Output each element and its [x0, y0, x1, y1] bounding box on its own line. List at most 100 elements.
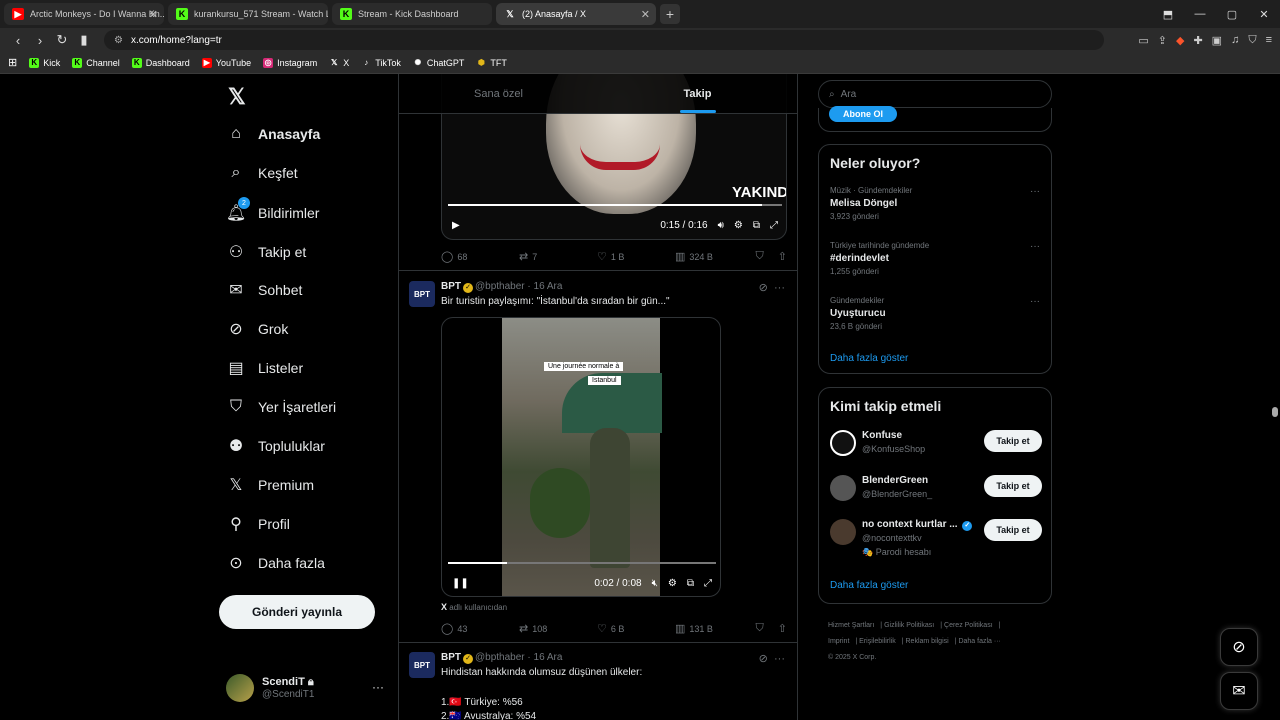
- vpn-icon[interactable]: ⛉: [1248, 34, 1256, 47]
- bookmark-channel[interactable]: K Channel: [72, 57, 120, 68]
- trend-item[interactable]: Türkiye tarihinde gündemde #derindevlet …: [830, 241, 1040, 276]
- pip-icon[interactable]: ⧉: [753, 220, 760, 231]
- bookmark-chatgpt[interactable]: ✺ ChatGPT: [413, 58, 465, 68]
- search-input[interactable]: ⌕ Ara: [818, 80, 1052, 108]
- minimize-icon[interactable]: —: [1184, 8, 1216, 20]
- more-icon[interactable]: ···: [1030, 186, 1040, 197]
- follow-button[interactable]: Takip et: [984, 430, 1042, 452]
- fullscreen-icon[interactable]: ⤢: [770, 220, 778, 231]
- show-more-link[interactable]: Daha fazla göster: [830, 580, 908, 591]
- forward-icon[interactable]: ›: [30, 33, 50, 48]
- post-button[interactable]: Gönderi yayınla: [219, 595, 375, 629]
- bookmark-dashboard[interactable]: K Dashboard: [131, 57, 190, 68]
- x-logo-icon[interactable]: 𝕏: [228, 84, 246, 110]
- video-progress[interactable]: [448, 562, 716, 564]
- video-progress[interactable]: [448, 204, 782, 206]
- sidebar-item-explore[interactable]: ⌕ Keşfet: [226, 163, 298, 183]
- menu-icon[interactable]: ≡: [1266, 34, 1272, 46]
- footer-link[interactable]: Hizmet Şartları: [828, 622, 874, 629]
- sidebar-item-notifications[interactable]: 🔔︎ 2 Bildirimler: [226, 197, 319, 223]
- bookmark-icon[interactable]: ⛉: [756, 622, 764, 635]
- sidebar-item-lists[interactable]: ▤ Listeler: [226, 358, 303, 378]
- close-window-icon[interactable]: ✕: [1248, 8, 1280, 21]
- close-icon[interactable]: ✕: [641, 8, 650, 21]
- trend-item[interactable]: Müzik · Gündemdekiler Melisa Döngel 3,92…: [830, 186, 1040, 221]
- post-author[interactable]: BPT: [441, 652, 461, 663]
- pip-icon[interactable]: ⧉: [687, 578, 694, 589]
- messages-fab-button[interactable]: ✉: [1220, 672, 1258, 710]
- volume-icon[interactable]: 🔊︎: [718, 220, 724, 231]
- video-player[interactable]: Une journée normale à Istanbul ❚❚ 0:02 /…: [441, 317, 721, 597]
- scrollbar-thumb[interactable]: [1272, 407, 1278, 417]
- play-icon[interactable]: ▶: [452, 220, 460, 231]
- brave-shield-icon[interactable]: ◆: [1176, 34, 1184, 47]
- share-icon[interactable]: ⇪: [1158, 34, 1167, 47]
- bookmark-instagram[interactable]: ◎ Instagram: [263, 57, 317, 68]
- browser-tab-active[interactable]: 𝕏 (2) Anasayfa / X ✕: [496, 3, 656, 25]
- post-author[interactable]: BPT: [441, 281, 461, 292]
- more-icon[interactable]: ···: [1030, 241, 1040, 252]
- grok-icon[interactable]: ⊘: [759, 282, 768, 294]
- sidebar-item-premium[interactable]: 𝕏 Premium: [226, 475, 314, 495]
- sidebar-item-bookmarks[interactable]: ⛉ Yer İşaretleri: [226, 397, 336, 417]
- sidebar-item-more[interactable]: ⊙ Daha fazla: [226, 553, 325, 573]
- video-source[interactable]: X adlı kullanıcıdan: [441, 602, 507, 612]
- settings-icon[interactable]: ⚙: [734, 220, 743, 231]
- tab-for-you[interactable]: Sana özel: [399, 74, 598, 113]
- share-icon[interactable]: ⇧: [778, 622, 787, 635]
- share-icon[interactable]: ⇧: [778, 250, 787, 263]
- trend-item[interactable]: Gündemdekiler Uyuşturucu 23,6 B gönderi …: [830, 296, 1040, 331]
- bookmark-youtube[interactable]: ▶ YouTube: [201, 57, 251, 68]
- more-icon[interactable]: ···: [372, 680, 384, 694]
- browser-tab[interactable]: K Stream - Kick Dashboard: [332, 3, 492, 25]
- follow-suggestion[interactable]: no context kurtlar ... ✓ @nocontexttkv 🎭…: [830, 519, 1042, 557]
- post-avatar[interactable]: BPT: [409, 281, 435, 307]
- views-button[interactable]: ▥ 131 B: [675, 622, 753, 635]
- bookmark-tft[interactable]: ⬢ TFT: [476, 58, 507, 68]
- more-icon[interactable]: ···: [1030, 296, 1040, 307]
- mute-icon[interactable]: 🔇︎: [652, 578, 658, 589]
- footer-link[interactable]: Daha fazla ···: [958, 638, 1000, 645]
- music-icon[interactable]: ♫: [1231, 34, 1239, 46]
- footer-link[interactable]: Çerez Politikası: [944, 622, 993, 629]
- grok-icon[interactable]: ⊘: [759, 653, 768, 665]
- settings-icon[interactable]: ⚙: [668, 578, 677, 589]
- footer-link[interactable]: Erişilebilirlik: [859, 638, 896, 645]
- sidebar-item-follow[interactable]: ⚇ Takip et: [226, 242, 306, 262]
- extensions-icon[interactable]: ✚: [1193, 34, 1202, 47]
- close-icon[interactable]: ✕: [149, 8, 158, 21]
- new-tab-button[interactable]: +: [660, 4, 680, 24]
- apps-icon[interactable]: ⊞: [8, 56, 17, 69]
- maximize-icon[interactable]: ▢: [1216, 8, 1248, 21]
- more-icon[interactable]: ···: [774, 653, 785, 665]
- reply-button[interactable]: ◯ 43: [441, 622, 519, 635]
- pause-icon[interactable]: ❚❚: [452, 578, 469, 589]
- repost-button[interactable]: ⇄ 108: [519, 622, 597, 635]
- footer-link[interactable]: Imprint: [828, 638, 849, 645]
- site-settings-icon[interactable]: ⚙: [114, 35, 123, 46]
- browser-tab[interactable]: Kkurankursu_571 Stream - Watch Live: [168, 3, 328, 25]
- subscribe-button[interactable]: Abone Ol: [829, 106, 897, 122]
- bookmark-kick[interactable]: K Kick: [29, 57, 60, 68]
- sidebar-item-profile[interactable]: ⚲ Profil: [226, 514, 290, 534]
- sidebar-item-communities[interactable]: ⚉ Topluluklar: [226, 436, 325, 456]
- like-button[interactable]: ♡ 6 B: [597, 622, 675, 635]
- pin-icon[interactable]: ⬒: [1152, 8, 1184, 21]
- scrollbar[interactable]: [1272, 74, 1278, 720]
- browser-tab[interactable]: ▶ Arctic Monkeys - Do I Wanna Kn... ✕: [4, 3, 164, 25]
- back-icon[interactable]: ‹: [8, 33, 28, 48]
- more-icon[interactable]: ···: [774, 282, 785, 294]
- sidebar-icon[interactable]: ▣: [1212, 34, 1222, 47]
- bookmark-icon[interactable]: ⛉: [756, 250, 764, 263]
- like-button[interactable]: ♡ 1 B: [597, 250, 675, 263]
- fullscreen-icon[interactable]: ⤢: [704, 578, 712, 589]
- follow-suggestion[interactable]: BlenderGreen @BlenderGreen_ Takip et: [830, 475, 1042, 507]
- repost-button[interactable]: ⇄ 7: [519, 250, 597, 263]
- tab-following[interactable]: Takip: [598, 74, 797, 113]
- cast-icon[interactable]: ▭: [1138, 34, 1148, 47]
- sidebar-item-home[interactable]: ⌂ Anasayfa: [226, 124, 320, 144]
- reply-button[interactable]: ◯ 68: [441, 250, 519, 263]
- sidebar-item-chat[interactable]: ✉ Sohbet: [226, 280, 302, 300]
- url-field[interactable]: ⚙ x.com/home?lang=tr: [104, 30, 1104, 50]
- views-button[interactable]: ▥ 324 B: [675, 250, 753, 263]
